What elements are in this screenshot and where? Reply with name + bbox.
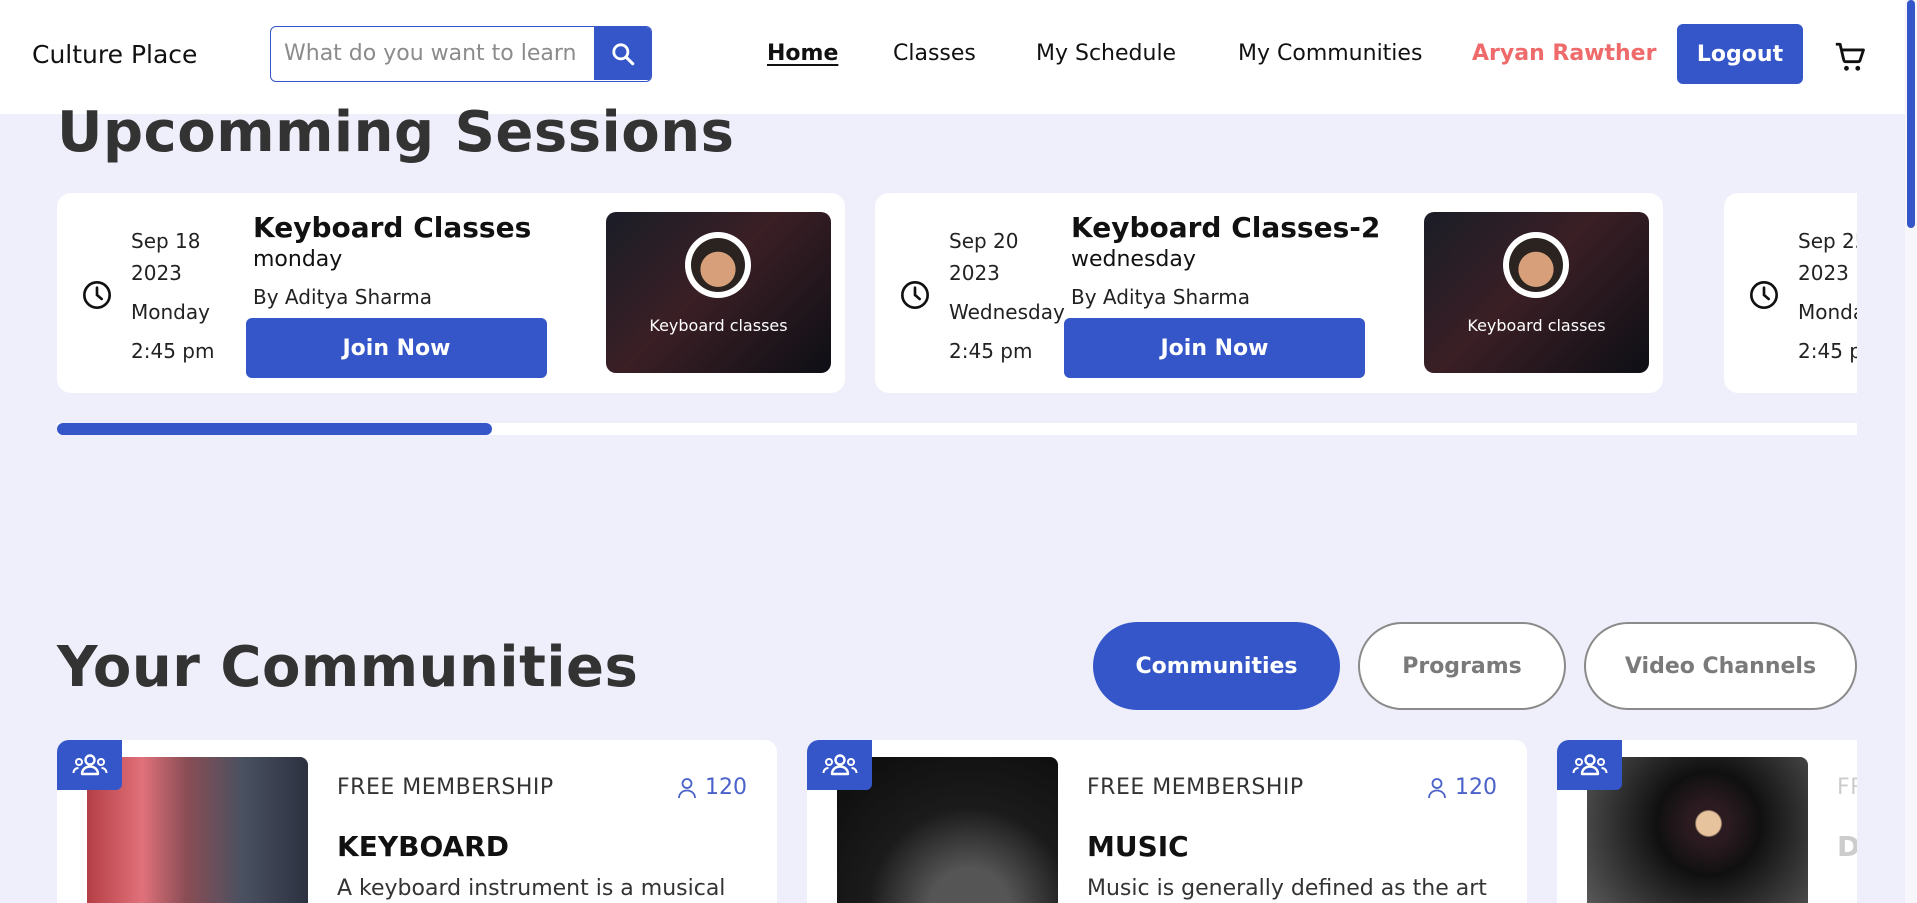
upcoming-sessions-heading: Upcomming Sessions — [57, 100, 735, 165]
session-instructor: By Aditya Sharma — [1071, 285, 1251, 309]
membership-label: FREE MEMBERSHIP — [337, 775, 554, 800]
group-icon — [822, 754, 857, 776]
search-button[interactable] — [594, 27, 651, 80]
session-year: 2023 — [949, 261, 1000, 285]
session-date: Sep 18 — [131, 229, 201, 253]
nav-my-communities[interactable]: My Communities — [1238, 41, 1422, 66]
tab-programs[interactable]: Programs — [1358, 622, 1566, 710]
membership-label: FREE MEMBERSHIP — [1837, 775, 1857, 800]
session-weekday: Monday — [1798, 300, 1857, 324]
community-description: Music is generally defined as the art — [1087, 876, 1487, 901]
session-thumbnail: Keyboard classes — [606, 212, 831, 373]
page-scrollbar-thumb[interactable] — [1907, 0, 1915, 228]
instructor-avatar — [1503, 232, 1569, 298]
session-time: 2:45 pm — [131, 339, 215, 363]
cart-icon[interactable] — [1833, 40, 1867, 74]
sessions-carousel[interactable]: Sep 18 2023 Monday 2:45 pm Keyboard Clas… — [57, 190, 1857, 400]
session-title: Keyboard Classes — [253, 211, 532, 244]
group-icon-badge — [1557, 740, 1622, 790]
member-count: 120 — [677, 775, 747, 800]
logout-button[interactable]: Logout — [1677, 24, 1803, 84]
group-icon — [72, 754, 107, 776]
member-count-value: 120 — [705, 775, 747, 800]
site-logo[interactable]: Culture Place — [32, 40, 197, 69]
instructor-avatar — [685, 232, 751, 298]
session-day: monday — [253, 247, 343, 272]
your-communities-heading: Your Communities — [57, 635, 639, 700]
session-year: 2023 — [1798, 261, 1849, 285]
session-card: Sep 25 2023 Monday 2:45 pm — [1724, 193, 1857, 393]
session-title: Keyboard Classes-2 — [1071, 211, 1381, 244]
clock-icon — [901, 281, 929, 309]
nav-home[interactable]: Home — [767, 41, 838, 66]
search-input[interactable] — [271, 27, 593, 80]
session-weekday: Wednesday — [949, 300, 1065, 324]
clock-icon — [1750, 281, 1778, 309]
community-card[interactable]: FREE MEMBERSHIP 120 MUSIC Music is gener… — [807, 740, 1527, 903]
group-icon-badge — [807, 740, 872, 790]
community-description: A keyboard instrument is a musical — [337, 876, 726, 901]
tab-video-channels[interactable]: Video Channels — [1584, 622, 1857, 710]
join-now-button[interactable]: Join Now — [1064, 318, 1365, 378]
membership-label: FREE MEMBERSHIP — [1087, 775, 1304, 800]
carousel-scrollbar-thumb[interactable] — [57, 423, 492, 435]
session-thumbnail: Keyboard classes — [1424, 212, 1649, 373]
session-date: Sep 20 — [949, 229, 1019, 253]
thumbnail-caption: Keyboard classes — [649, 316, 788, 335]
person-icon — [678, 777, 696, 798]
member-count-value: 120 — [1455, 775, 1497, 800]
community-title: KEYBOARD — [337, 830, 509, 863]
nav-my-schedule[interactable]: My Schedule — [1036, 41, 1176, 66]
session-instructor: By Aditya Sharma — [253, 285, 433, 309]
clock-icon — [83, 281, 111, 309]
session-card: Sep 20 2023 Wednesday 2:45 pm Keyboard C… — [875, 193, 1663, 393]
user-profile-link[interactable]: Aryan Rawther — [1472, 41, 1656, 66]
session-time: 2:45 pm — [1798, 339, 1857, 363]
group-icon — [1572, 754, 1607, 776]
session-card: Sep 18 2023 Monday 2:45 pm Keyboard Clas… — [57, 193, 845, 393]
thumbnail-caption: Keyboard classes — [1467, 316, 1606, 335]
search-box — [270, 26, 652, 82]
community-card[interactable]: FREE MEMBERSHIP 120 KEYBOARD A keyboard … — [57, 740, 777, 903]
community-title: MUSIC — [1087, 830, 1189, 863]
tab-communities[interactable]: Communities — [1093, 622, 1340, 710]
session-day: wednesday — [1071, 247, 1196, 272]
group-icon-badge — [57, 740, 122, 790]
member-count: 120 — [1427, 775, 1497, 800]
join-now-button[interactable]: Join Now — [246, 318, 547, 378]
search-icon — [611, 42, 634, 65]
session-year: 2023 — [131, 261, 182, 285]
session-date: Sep 25 — [1798, 229, 1857, 253]
person-icon — [1428, 777, 1446, 798]
nav-classes[interactable]: Classes — [893, 41, 976, 66]
communities-list: FREE MEMBERSHIP 120 KEYBOARD A keyboard … — [57, 738, 1857, 903]
top-navbar: Culture Place Home Classes My Schedule M… — [0, 0, 1905, 114]
community-card[interactable]: FREE MEMBERSHIP D — [1557, 740, 1857, 903]
community-title: D — [1837, 830, 1857, 863]
session-time: 2:45 pm — [949, 339, 1033, 363]
session-weekday: Monday — [131, 300, 210, 324]
